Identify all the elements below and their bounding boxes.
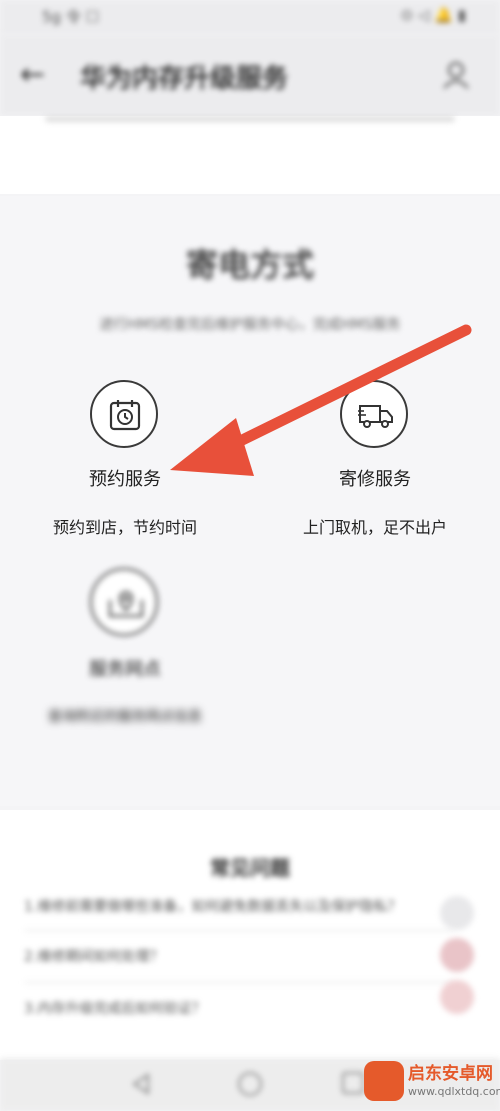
divider (24, 930, 454, 931)
watermark-logo-icon (364, 1061, 404, 1101)
faq-item[interactable]: 3.内存升级完成后如何验证？ (24, 998, 444, 1018)
faq-item[interactable]: 1.维修前需要做哪些准备，如何避免数据丢失以及保护隐私？ (24, 896, 444, 916)
feedback-button[interactable] (440, 980, 474, 1014)
nav-home-icon[interactable] (238, 1072, 262, 1096)
watermark-name: 启东安卓网 (408, 1064, 493, 1084)
faq-title: 常见问题 (210, 856, 290, 880)
chat-button[interactable] (440, 938, 474, 972)
faq-section (0, 810, 500, 1060)
watermark: 启东安卓网 www.qdlxtdq.com (364, 1055, 500, 1107)
scroll-top-button[interactable] (440, 896, 474, 930)
faq-item[interactable]: 2.维修期间如何处理？ (24, 946, 444, 966)
divider (24, 982, 454, 983)
nav-back-icon[interactable] (130, 1072, 154, 1096)
watermark-url: www.qdlxtdq.com (408, 1085, 500, 1098)
nav-recent-icon[interactable] (342, 1072, 364, 1094)
